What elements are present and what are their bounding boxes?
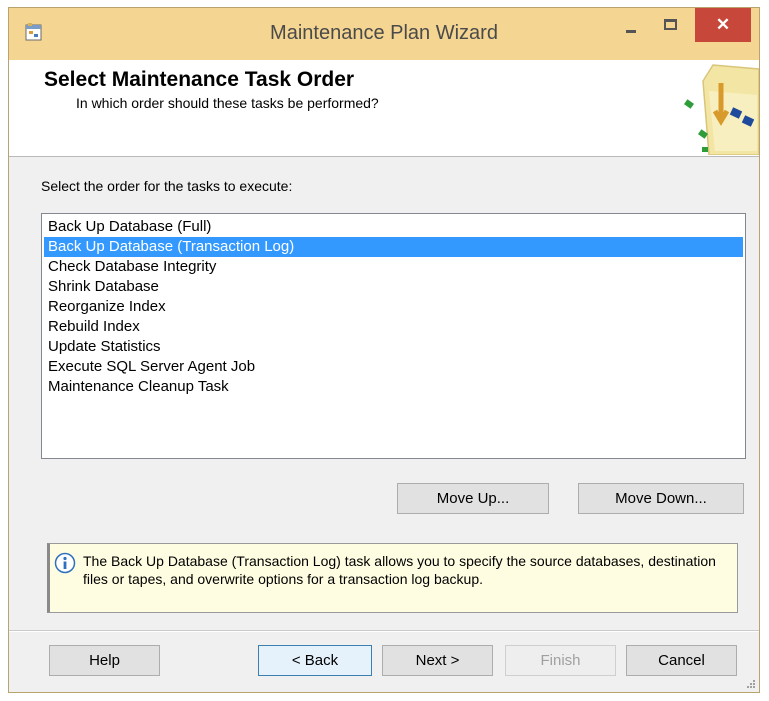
task-item[interactable]: Maintenance Cleanup Task bbox=[44, 377, 743, 397]
task-item[interactable]: Check Database Integrity bbox=[44, 257, 743, 277]
title-bar[interactable]: Maintenance Plan Wizard ✕ bbox=[9, 8, 759, 60]
task-order-prompt: Select the order for the tasks to execut… bbox=[41, 178, 293, 194]
maximize-icon[interactable] bbox=[651, 8, 691, 42]
cancel-button[interactable]: Cancel bbox=[626, 645, 737, 676]
page-subtitle: In which order should these tasks be per… bbox=[76, 95, 379, 111]
page-title: Select Maintenance Task Order bbox=[44, 68, 355, 91]
help-button[interactable]: Help bbox=[49, 645, 160, 676]
task-description-box: The Back Up Database (Transaction Log) t… bbox=[47, 543, 738, 613]
task-item-selected[interactable]: Back Up Database (Transaction Log) bbox=[44, 237, 743, 257]
task-description-text: The Back Up Database (Transaction Log) t… bbox=[83, 553, 716, 587]
task-item[interactable]: Reorganize Index bbox=[44, 297, 743, 317]
wizard-window: Maintenance Plan Wizard ✕ Select Mainten… bbox=[8, 7, 760, 693]
resize-grip-icon[interactable] bbox=[746, 679, 756, 689]
task-item[interactable]: Update Statistics bbox=[44, 337, 743, 357]
task-item[interactable]: Execute SQL Server Agent Job bbox=[44, 357, 743, 377]
wizard-header: Select Maintenance Task Order In which o… bbox=[9, 60, 759, 157]
close-icon[interactable]: ✕ bbox=[695, 8, 751, 42]
footer-separator bbox=[9, 630, 759, 632]
next-button[interactable]: Next > bbox=[382, 645, 493, 676]
finish-button: Finish bbox=[505, 645, 616, 676]
task-item[interactable]: Back Up Database (Full) bbox=[44, 217, 743, 237]
task-order-list[interactable]: Back Up Database (Full) Back Up Database… bbox=[41, 213, 746, 459]
task-order-wizard-graphic bbox=[684, 64, 759, 155]
move-down-button[interactable]: Move Down... bbox=[578, 483, 744, 514]
task-item[interactable]: Shrink Database bbox=[44, 277, 743, 297]
back-button[interactable]: < Back bbox=[258, 645, 372, 676]
info-icon bbox=[54, 552, 76, 574]
minimize-icon[interactable] bbox=[611, 8, 651, 42]
move-up-button[interactable]: Move Up... bbox=[397, 483, 549, 514]
task-item[interactable]: Rebuild Index bbox=[44, 317, 743, 337]
